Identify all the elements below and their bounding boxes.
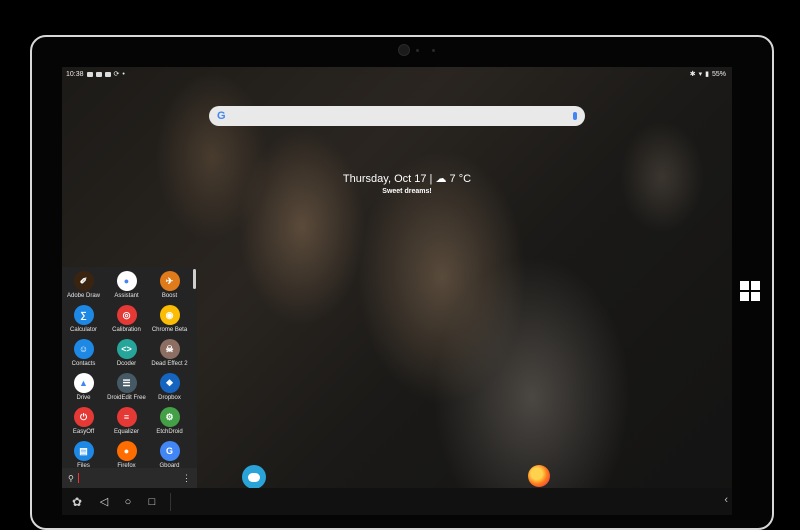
separator: | (429, 173, 433, 185)
app-icon: ☠ (159, 339, 180, 359)
app-icon: ▲ (73, 373, 94, 393)
app-drawer: ✐ Adobe Draw ● Assistant ✈ Boost ∑ Calculator ◎ C… (62, 267, 197, 488)
app-icon: ✈ (159, 271, 180, 291)
app-label: Equalizer (113, 429, 139, 435)
app-item[interactable]: ∑ Calculator (62, 305, 105, 339)
app-label: DroidEdit Free (107, 395, 146, 401)
chat-bubble-icon (248, 472, 260, 482)
battery-level: 55% (711, 70, 726, 78)
app-item[interactable]: ✈ Boost (148, 271, 191, 305)
app-icon: <> (116, 339, 137, 359)
app-item[interactable]: ⚙ EtchDroid (148, 407, 191, 441)
app-label: Boost (161, 293, 178, 299)
lotus-launcher-icon[interactable]: ✿ (62, 488, 92, 515)
app-icon: ⏻ (73, 407, 94, 427)
app-label: Dropbox (158, 395, 181, 401)
app-icon: ● (116, 271, 137, 291)
image-notification-icon (86, 71, 93, 77)
date-text: Thursday, Oct 17 (342, 173, 427, 185)
app-item[interactable]: ⏻ EasyOff (62, 407, 105, 441)
android-screen: 10:38 ⟳ • ✱ ▾ ▮ 55% G Thursday, Oct 17 |… (62, 67, 732, 515)
app-label: Chrome Beta (151, 327, 188, 333)
drawer-scrollbar[interactable] (193, 269, 196, 289)
recents-button[interactable]: □ (140, 496, 164, 508)
app-icon: ✐ (73, 271, 94, 291)
app-item[interactable]: ● Assistant (105, 271, 148, 305)
app-item[interactable]: ≡ Equalizer (105, 407, 148, 441)
save-notification-icon (104, 71, 111, 77)
more-notifications-dot: • (122, 70, 125, 78)
app-icon: ⚙ (159, 407, 180, 427)
sync-icon: ⟳ (113, 71, 120, 78)
chevron-left-icon[interactable]: ‹ (724, 494, 728, 506)
messages-app-icon[interactable] (242, 465, 266, 489)
app-icon: ● (116, 441, 137, 461)
firefox-app-icon[interactable] (528, 465, 550, 487)
app-item[interactable]: ◉ Chrome Beta (148, 305, 191, 339)
navigation-bar: ✿ ◁ ○ □ ‹ (62, 488, 732, 515)
home-button[interactable]: ○ (116, 496, 140, 508)
search-icon: ⚲ (68, 473, 74, 483)
sensor-dot (416, 49, 419, 52)
more-options-icon[interactable]: ⋮ (182, 473, 191, 484)
app-icon: ≡ (116, 407, 137, 427)
app-label: Assistant (114, 293, 139, 299)
moon-cloud-icon: ☁ (435, 173, 447, 185)
drawer-search-bar[interactable]: ⚲ ⋮ (62, 468, 197, 488)
battery-icon: ▮ (705, 71, 709, 78)
greeting-text: Sweet dreams! (382, 188, 432, 195)
calendar-notification-icon (95, 71, 102, 77)
app-icon: ▤ (73, 441, 94, 461)
app-label: Drive (76, 395, 91, 401)
app-grid: ✐ Adobe Draw ● Assistant ✈ Boost ∑ Calculator ◎ C… (62, 271, 192, 475)
google-logo-icon: G (217, 110, 226, 122)
clock: 10:38 (66, 70, 84, 78)
bluetooth-icon: ✱ (689, 71, 696, 78)
app-icon: ☺ (73, 339, 94, 359)
app-item[interactable]: ◎ Calibration (105, 305, 148, 339)
app-icon: ∑ (73, 305, 94, 325)
sensor-dot (432, 49, 435, 52)
camera-icon (398, 44, 410, 56)
app-item[interactable]: ✐ Adobe Draw (62, 271, 105, 305)
mic-icon[interactable] (573, 112, 577, 120)
app-item[interactable]: ☠ Dead Effect 2 (148, 339, 191, 373)
at-a-glance-widget[interactable]: Thursday, Oct 17 | ☁ 7 °C Sweet dreams! (312, 172, 502, 195)
nav-divider (170, 492, 171, 511)
app-label: EtchDroid (156, 429, 183, 435)
app-label: Adobe Draw (66, 293, 101, 299)
google-search-bar[interactable]: G (209, 106, 585, 126)
app-item[interactable]: <> Dcoder (105, 339, 148, 373)
back-button[interactable]: ◁ (92, 495, 116, 508)
wifi-icon: ▾ (698, 71, 703, 78)
app-label: Contacts (71, 361, 96, 367)
app-label: Calculator (69, 327, 97, 333)
app-label: Dead Effect 2 (151, 361, 188, 367)
app-item[interactable]: ▲ Drive (62, 373, 105, 407)
text-cursor (77, 473, 79, 483)
windows-logo-icon (740, 281, 760, 301)
app-label: EasyOff (72, 429, 95, 435)
app-item[interactable]: ☰ DroidEdit Free (105, 373, 148, 407)
app-icon: ◉ (159, 305, 180, 325)
app-label: Calibration (112, 327, 141, 333)
app-item[interactable]: ☺ Contacts (62, 339, 105, 373)
app-icon: ☰ (116, 373, 137, 393)
app-icon: ◎ (116, 305, 137, 325)
status-bar: 10:38 ⟳ • ✱ ▾ ▮ 55% (62, 67, 732, 81)
app-label: Dcoder (116, 361, 137, 367)
app-icon: G (159, 441, 180, 461)
app-icon: ❖ (159, 373, 180, 393)
app-item[interactable]: ❖ Dropbox (148, 373, 191, 407)
weather-text: 7 °C (449, 173, 472, 185)
